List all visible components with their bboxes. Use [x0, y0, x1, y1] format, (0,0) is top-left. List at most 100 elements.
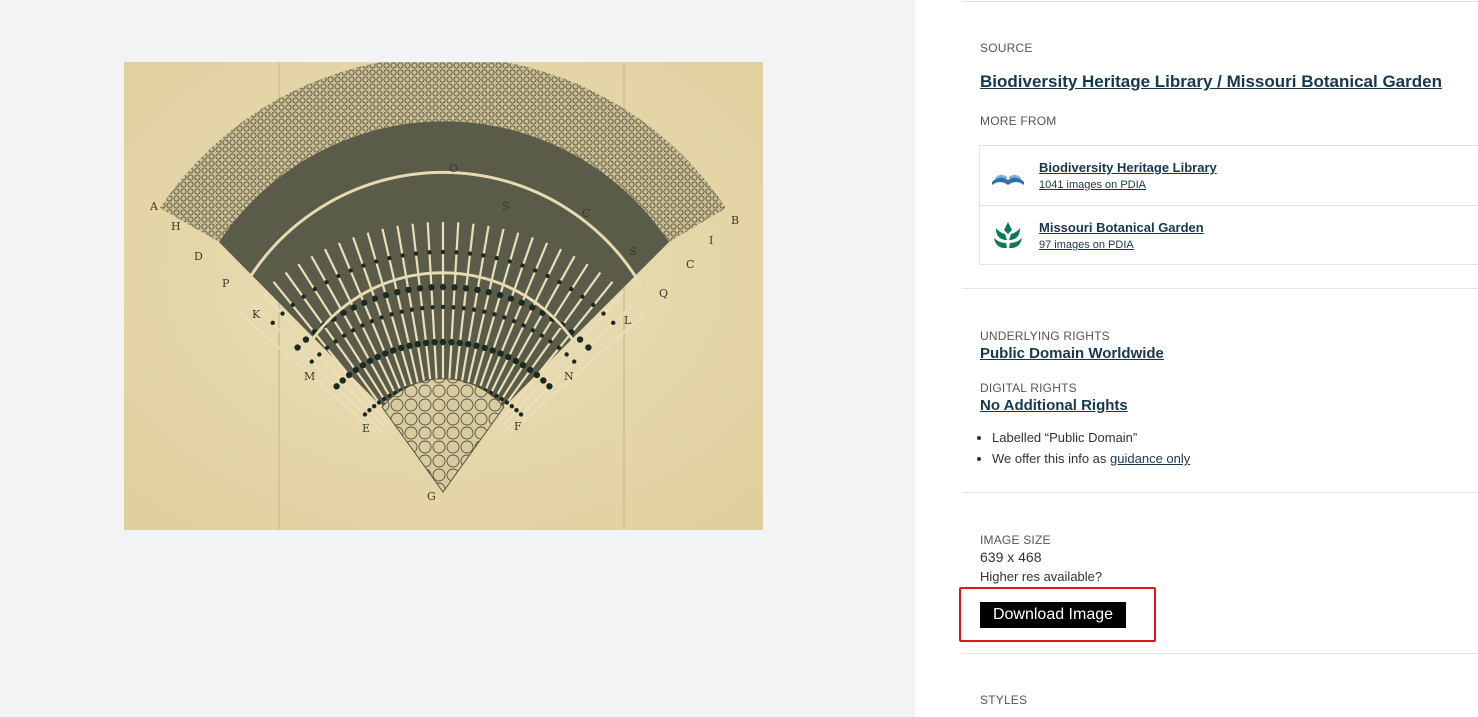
- wood-pore: [350, 304, 357, 311]
- wood-pore: [416, 285, 424, 292]
- wood-pore: [462, 285, 470, 292]
- wood-pore: [294, 344, 301, 351]
- figure-letter: G: [427, 490, 436, 503]
- image-size-value: 639 x 468: [980, 549, 1042, 565]
- more-from-item-bhl[interactable]: Biodiversity Heritage Library 1041 image…: [980, 146, 1478, 205]
- figure-letter: S: [502, 200, 510, 213]
- wood-pore: [568, 286, 574, 292]
- wood-pore: [336, 273, 341, 279]
- figure-letter: E: [362, 422, 370, 435]
- wood-pore: [545, 273, 550, 279]
- wood-pore: [518, 299, 525, 306]
- botanical-illustration[interactable]: AH D P K M E G F N L Q C I B O S S C: [124, 62, 763, 530]
- figure-letter: N: [564, 370, 574, 383]
- wood-pore: [374, 259, 379, 264]
- wood-pore: [505, 353, 512, 361]
- wood-pore: [302, 336, 310, 343]
- wood-pore: [345, 371, 353, 379]
- more-from-count[interactable]: 97 images on PDIA: [1039, 239, 1134, 251]
- wood-pore: [333, 383, 340, 390]
- figure-letter: I: [709, 234, 713, 247]
- wood-pore: [497, 350, 504, 357]
- wood-pore: [494, 255, 499, 261]
- wood-pore: [371, 295, 379, 302]
- styles-label: STYLES: [980, 693, 1028, 707]
- wood-pore: [601, 311, 606, 316]
- wood-pore: [471, 307, 477, 312]
- more-from-item-mbg[interactable]: Missouri Botanical Garden 97 images on P…: [980, 205, 1478, 265]
- wood-pore: [309, 359, 314, 364]
- wood-pore: [440, 304, 446, 310]
- divider: [962, 653, 1478, 654]
- wood-pore: [414, 340, 421, 348]
- rights-note-text: We offer this info as: [992, 451, 1111, 466]
- wood-pore: [456, 339, 464, 347]
- underlying-rights-link[interactable]: Public Domain Worldwide: [980, 345, 1164, 362]
- wood-pore: [489, 347, 496, 354]
- wood-pore: [539, 333, 544, 338]
- wood-pore: [502, 315, 507, 320]
- rights-note: We offer this info as guidance only: [992, 451, 1190, 466]
- wood-pore: [585, 344, 592, 351]
- wood-pore: [333, 339, 338, 344]
- wood-pore: [526, 366, 534, 374]
- figure-letter: C: [582, 207, 590, 220]
- wood-pore: [422, 339, 430, 347]
- wood-pore: [339, 377, 346, 384]
- wood-pore: [360, 323, 365, 328]
- figure-letter: K: [252, 308, 261, 321]
- wood-pore: [362, 412, 368, 417]
- wood-pore: [518, 412, 524, 417]
- wood-pore: [342, 333, 347, 338]
- wood-pore: [461, 305, 466, 311]
- more-from-name[interactable]: Biodiversity Heritage Library: [1039, 160, 1217, 175]
- wood-pore: [546, 383, 553, 390]
- wood-pore: [507, 295, 515, 302]
- wood-pore: [369, 318, 375, 324]
- wood-pore: [431, 339, 438, 346]
- wood-pore: [359, 361, 367, 369]
- wood-pore: [511, 318, 517, 324]
- wood-pore: [521, 323, 526, 328]
- wood-pore: [473, 342, 480, 349]
- rights-note: Labelled “Public Domain”: [992, 430, 1190, 445]
- wood-pore: [451, 305, 456, 310]
- divider: [962, 1, 1478, 2]
- wood-pore: [504, 400, 510, 405]
- source-link[interactable]: Biodiversity Heritage Library / Missouri…: [980, 72, 1442, 92]
- divider: [962, 492, 1478, 493]
- wood-pore: [439, 338, 447, 346]
- source-label: SOURCE: [980, 41, 1033, 55]
- wood-pore: [428, 284, 435, 291]
- wood-pore: [557, 279, 562, 285]
- wood-pore: [465, 340, 472, 348]
- wood-pore: [280, 311, 285, 316]
- wood-pore: [312, 286, 318, 292]
- figure-letter: C: [686, 258, 694, 271]
- wood-pore: [382, 291, 390, 299]
- more-from-name[interactable]: Missouri Botanical Garden: [1039, 220, 1204, 235]
- divider: [962, 288, 1478, 289]
- wood-pore: [499, 396, 504, 402]
- more-from-count[interactable]: 1041 images on PDIA: [1039, 179, 1146, 191]
- wood-pore: [564, 352, 569, 357]
- wood-pore: [427, 250, 432, 255]
- wood-pore: [387, 255, 392, 261]
- wood-pore: [301, 294, 306, 299]
- digital-rights-link[interactable]: No Additional Rights: [980, 397, 1128, 414]
- wood-pore: [405, 286, 412, 294]
- wood-pore: [509, 403, 515, 409]
- wood-pore: [576, 336, 584, 343]
- leaf-icon: [994, 222, 1022, 249]
- wood-pore: [270, 320, 275, 326]
- wood-pore: [420, 305, 425, 311]
- image-viewer: AH D P K M E G F N L Q C I B O S S C: [0, 0, 915, 717]
- download-image-button[interactable]: Download Image: [980, 602, 1126, 628]
- wood-pore: [467, 251, 473, 256]
- wood-pore: [533, 371, 541, 379]
- guidance-link[interactable]: guidance only: [1110, 451, 1190, 466]
- wood-pore: [413, 251, 419, 256]
- wood-pore: [556, 345, 561, 350]
- wood-pore: [409, 307, 415, 312]
- wood-pore: [590, 302, 596, 307]
